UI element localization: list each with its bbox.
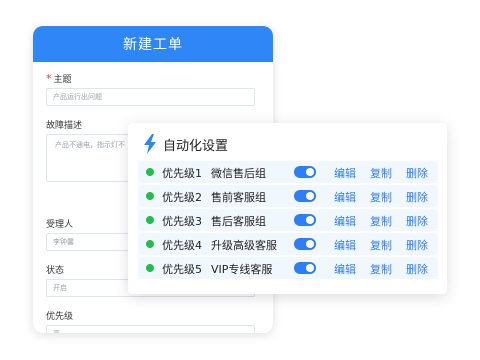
copy-button[interactable]: 复制 — [370, 165, 392, 181]
form-title: 新建工单 — [33, 26, 273, 62]
copy-button[interactable]: 复制 — [370, 213, 392, 229]
rule-row: 优先级3 售后客服组 编辑 复制 删除 — [138, 209, 438, 231]
status-label: 状态 — [46, 266, 65, 276]
rule-priority: 优先级5 — [162, 263, 202, 276]
priority-field[interactable]: 高 — [46, 325, 255, 333]
priority-value: 高 — [53, 329, 60, 333]
rule-name: 售后客服组 — [211, 215, 266, 228]
delete-button[interactable]: 删除 — [406, 237, 428, 253]
rule-row: 优先级5 VIP专线客服 编辑 复制 删除 — [138, 257, 438, 279]
edit-button[interactable]: 编辑 — [334, 237, 356, 253]
status-value: 开启 — [53, 284, 67, 292]
copy-button[interactable]: 复制 — [370, 189, 392, 205]
rule-name: VIP专线客服 — [211, 263, 273, 276]
automation-rule-list: 优先级1 微信售后组 编辑 复制 删除 优先级2 售前客服组 编辑 复制 删除 … — [138, 161, 438, 281]
copy-button[interactable]: 复制 — [370, 261, 392, 277]
required-mark: * — [46, 72, 52, 85]
subject-label: * 主题 — [46, 72, 72, 85]
status-dot — [146, 192, 154, 200]
toggle-knob — [306, 240, 314, 248]
status-dot — [146, 240, 154, 248]
rule-row: 优先级1 微信售后组 编辑 复制 删除 — [138, 161, 438, 183]
description-label: 故障描述 — [46, 121, 83, 131]
assignee-value: 李钟馨 — [53, 238, 74, 246]
status-dot — [146, 264, 154, 272]
subject-placeholder: 产品运行出问题 — [53, 93, 102, 101]
toggle-knob — [306, 216, 314, 224]
rule-name: 升级高级客服 — [211, 239, 277, 252]
rule-priority: 优先级1 — [162, 167, 202, 180]
edit-button[interactable]: 编辑 — [334, 213, 356, 229]
copy-button[interactable]: 复制 — [370, 237, 392, 253]
priority-label: 优先级 — [46, 312, 74, 322]
edit-button[interactable]: 编辑 — [334, 189, 356, 205]
edit-button[interactable]: 编辑 — [334, 261, 356, 277]
rule-name: 售前客服组 — [211, 191, 266, 204]
automation-title: 自动化设置 — [163, 138, 229, 154]
rule-row: 优先级2 售前客服组 编辑 复制 删除 — [138, 185, 438, 207]
status-dot — [146, 168, 154, 176]
toggle-knob — [306, 264, 314, 272]
delete-button[interactable]: 删除 — [406, 261, 428, 277]
delete-button[interactable]: 删除 — [406, 165, 428, 181]
rule-enable-toggle[interactable] — [294, 190, 316, 202]
automation-header: 自动化设置 — [143, 133, 228, 155]
toggle-knob — [306, 192, 314, 200]
subject-label-text: 主题 — [53, 75, 72, 85]
rule-enable-toggle[interactable] — [294, 214, 316, 226]
delete-button[interactable]: 删除 — [406, 189, 428, 205]
toggle-knob — [306, 168, 314, 176]
assignee-label: 受理人 — [46, 220, 74, 230]
automation-settings-panel: 自动化设置 优先级1 微信售后组 编辑 复制 删除 优先级2 售前客服组 编辑 … — [128, 123, 447, 294]
status-dot — [146, 216, 154, 224]
lightning-bolt-icon — [143, 134, 157, 154]
delete-button[interactable]: 删除 — [406, 213, 428, 229]
rule-priority: 优先级3 — [162, 215, 202, 228]
subject-input[interactable]: 产品运行出问题 — [46, 88, 255, 106]
rule-priority: 优先级4 — [162, 239, 202, 252]
description-value: 产品不通电，指示灯不 — [55, 141, 125, 149]
rule-enable-toggle[interactable] — [294, 262, 316, 274]
edit-button[interactable]: 编辑 — [334, 165, 356, 181]
rule-name: 微信售后组 — [211, 167, 266, 180]
rule-enable-toggle[interactable] — [294, 166, 316, 178]
rule-enable-toggle[interactable] — [294, 238, 316, 250]
rule-priority: 优先级2 — [162, 191, 202, 204]
rule-row: 优先级4 升级高级客服 编辑 复制 删除 — [138, 233, 438, 255]
